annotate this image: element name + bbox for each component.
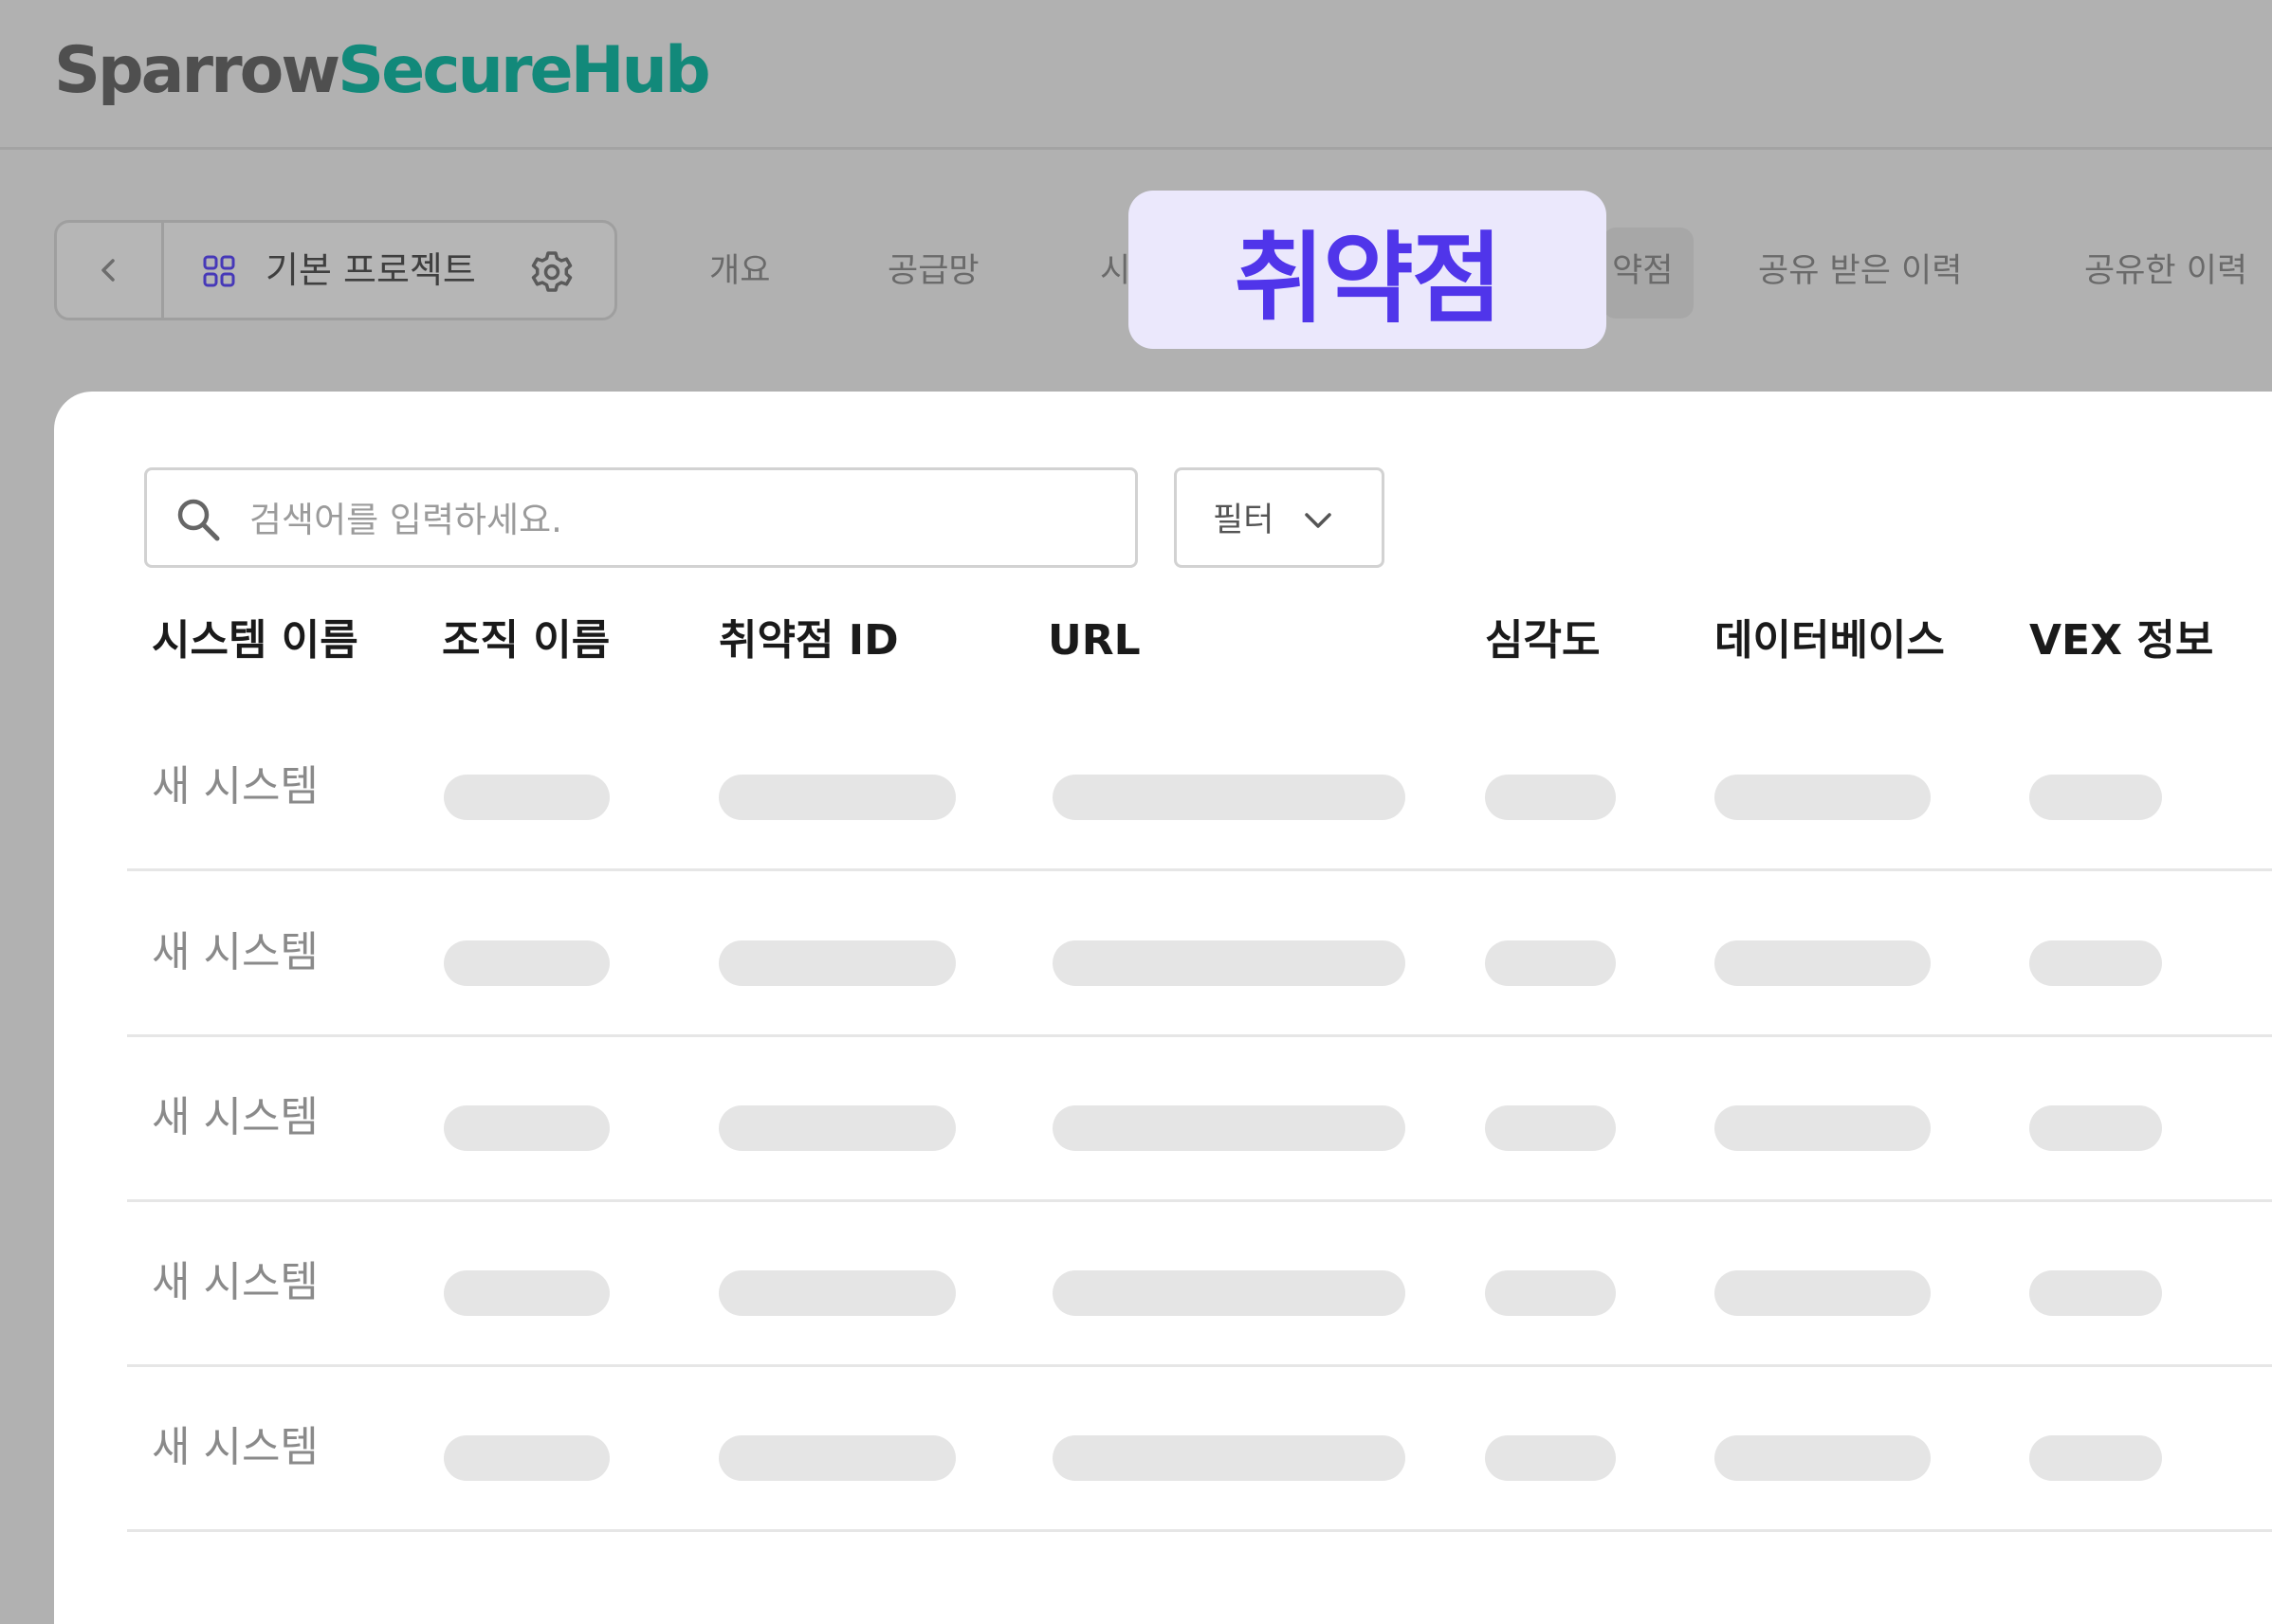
grid-icon (203, 255, 235, 287)
column-header-vex-info: VEX 정보 (2029, 616, 2214, 665)
system-name-cell: 새 시스템 (152, 1423, 319, 1471)
vex-info-skeleton (2029, 775, 2162, 820)
org-name-skeleton (444, 1270, 610, 1316)
brand-name-part1: Sparrow (54, 33, 340, 108)
system-name-cell: 새 시스템 (152, 1093, 319, 1141)
org-name-skeleton (444, 1105, 610, 1151)
column-header-vuln-id: 취약점 ID (719, 616, 899, 665)
tab-system[interactable]: 시 (1100, 245, 1130, 298)
table-row[interactable]: 새 시스템 (127, 1367, 2272, 1532)
column-header-system-name: 시스템 이름 (152, 616, 358, 665)
url-skeleton (1053, 1270, 1405, 1316)
url-skeleton (1053, 1105, 1405, 1151)
tab-shared-sent[interactable]: 공유한 이력 (2084, 245, 2247, 298)
vuln-id-skeleton (719, 1270, 956, 1316)
severity-skeleton (1485, 1270, 1616, 1316)
database-skeleton (1714, 775, 1931, 820)
table-row[interactable]: 새 시스템 (127, 1037, 2272, 1202)
filter-label: 필터 (1213, 502, 1274, 539)
chevron-left-icon (101, 259, 115, 282)
vex-info-skeleton (2029, 1435, 2162, 1481)
gear-icon[interactable] (529, 249, 575, 295)
url-skeleton (1053, 775, 1405, 820)
column-header-org-name: 조직 이름 (442, 616, 611, 665)
tab-supply-chain[interactable]: 공급망 (888, 245, 980, 298)
severity-skeleton (1485, 1435, 1616, 1481)
vuln-id-skeleton (719, 1105, 956, 1151)
org-name-skeleton (444, 940, 610, 986)
tab-overview[interactable]: 개요 (709, 245, 770, 298)
back-button[interactable] (57, 223, 164, 318)
severity-skeleton (1485, 940, 1616, 986)
column-header-url: URL (1048, 616, 1141, 665)
filter-button[interactable]: 필터 (1174, 467, 1384, 568)
org-name-skeleton (444, 1435, 610, 1481)
system-name-cell: 새 시스템 (152, 762, 319, 811)
system-name-cell: 새 시스템 (152, 928, 319, 976)
table-row[interactable]: 새 시스템 (127, 706, 2272, 871)
search-placeholder: 검색어를 입력하세요. (249, 500, 562, 540)
database-skeleton (1714, 1270, 1931, 1316)
vex-info-skeleton (2029, 940, 2162, 986)
tab-vulnerability[interactable]: 약점 (1603, 228, 1694, 319)
search-icon (177, 499, 220, 541)
vex-info-skeleton (2029, 1270, 2162, 1316)
vulnerability-highlight: 취약점 (1128, 191, 1606, 349)
tab-vulnerability-label: 약점 (1612, 252, 1674, 290)
tab-shared-received[interactable]: 공유 받은 이력 (1758, 245, 1962, 298)
table-row[interactable]: 새 시스템 (127, 872, 2272, 1037)
vex-info-skeleton (2029, 1105, 2162, 1151)
search-input[interactable]: 검색어를 입력하세요. (144, 467, 1138, 568)
database-skeleton (1714, 1105, 1931, 1151)
table-row[interactable]: 새 시스템 (127, 1202, 2272, 1367)
brand-logo[interactable]: SparrowSecureHub (54, 28, 711, 114)
project-selector: 기본 프로젝트 (54, 220, 617, 320)
url-skeleton (1053, 1435, 1405, 1481)
severity-skeleton (1485, 1105, 1616, 1151)
vuln-id-skeleton (719, 775, 956, 820)
org-name-skeleton (444, 775, 610, 820)
severity-skeleton (1485, 775, 1616, 820)
database-skeleton (1714, 940, 1931, 986)
chevron-down-icon (1305, 513, 1331, 528)
project-name[interactable]: 기본 프로젝트 (266, 244, 476, 297)
url-skeleton (1053, 940, 1405, 986)
vuln-id-skeleton (719, 940, 956, 986)
column-header-severity: 심각도 (1485, 616, 1601, 665)
system-name-cell: 새 시스템 (152, 1258, 319, 1306)
column-header-database: 데이터베이스 (1714, 616, 1945, 665)
brand-name-part2: SecureHub (338, 33, 710, 108)
database-skeleton (1714, 1435, 1931, 1481)
vuln-id-skeleton (719, 1435, 956, 1481)
top-bar: SparrowSecureHub (0, 0, 2272, 150)
